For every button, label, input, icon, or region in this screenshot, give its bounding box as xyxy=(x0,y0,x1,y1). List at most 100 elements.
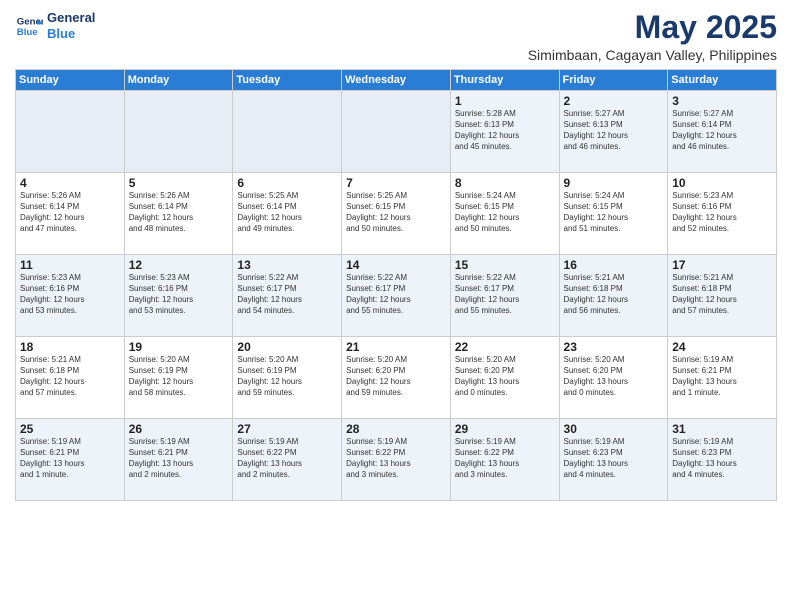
calendar-cell: 16Sunrise: 5:21 AM Sunset: 6:18 PM Dayli… xyxy=(559,255,668,337)
day-number: 6 xyxy=(237,176,337,190)
calendar-cell: 14Sunrise: 5:22 AM Sunset: 6:17 PM Dayli… xyxy=(342,255,451,337)
calendar-cell: 11Sunrise: 5:23 AM Sunset: 6:16 PM Dayli… xyxy=(16,255,125,337)
calendar-cell: 18Sunrise: 5:21 AM Sunset: 6:18 PM Dayli… xyxy=(16,337,125,419)
day-number: 18 xyxy=(20,340,120,354)
day-info: Sunrise: 5:21 AM Sunset: 6:18 PM Dayligh… xyxy=(672,273,772,316)
calendar-cell: 7Sunrise: 5:25 AM Sunset: 6:15 PM Daylig… xyxy=(342,173,451,255)
calendar-header-row: SundayMondayTuesdayWednesdayThursdayFrid… xyxy=(16,70,777,91)
day-info: Sunrise: 5:20 AM Sunset: 6:20 PM Dayligh… xyxy=(346,355,446,398)
day-number: 12 xyxy=(129,258,229,272)
day-number: 30 xyxy=(564,422,664,436)
day-info: Sunrise: 5:19 AM Sunset: 6:21 PM Dayligh… xyxy=(129,437,229,480)
day-info: Sunrise: 5:21 AM Sunset: 6:18 PM Dayligh… xyxy=(20,355,120,398)
day-info: Sunrise: 5:25 AM Sunset: 6:15 PM Dayligh… xyxy=(346,191,446,234)
logo-blue: Blue xyxy=(47,26,95,42)
day-info: Sunrise: 5:24 AM Sunset: 6:15 PM Dayligh… xyxy=(564,191,664,234)
logo: General Blue General Blue xyxy=(15,10,95,41)
calendar-cell xyxy=(342,91,451,173)
calendar-cell: 22Sunrise: 5:20 AM Sunset: 6:20 PM Dayli… xyxy=(450,337,559,419)
day-info: Sunrise: 5:23 AM Sunset: 6:16 PM Dayligh… xyxy=(672,191,772,234)
day-number: 10 xyxy=(672,176,772,190)
calendar-cell: 29Sunrise: 5:19 AM Sunset: 6:22 PM Dayli… xyxy=(450,419,559,501)
day-number: 8 xyxy=(455,176,555,190)
day-info: Sunrise: 5:20 AM Sunset: 6:19 PM Dayligh… xyxy=(237,355,337,398)
day-number: 17 xyxy=(672,258,772,272)
calendar-title: May 2025 xyxy=(528,10,777,45)
day-info: Sunrise: 5:19 AM Sunset: 6:22 PM Dayligh… xyxy=(237,437,337,480)
day-info: Sunrise: 5:19 AM Sunset: 6:23 PM Dayligh… xyxy=(672,437,772,480)
calendar-cell: 20Sunrise: 5:20 AM Sunset: 6:19 PM Dayli… xyxy=(233,337,342,419)
day-number: 19 xyxy=(129,340,229,354)
day-number: 22 xyxy=(455,340,555,354)
day-info: Sunrise: 5:23 AM Sunset: 6:16 PM Dayligh… xyxy=(129,273,229,316)
day-number: 24 xyxy=(672,340,772,354)
day-number: 3 xyxy=(672,94,772,108)
day-number: 13 xyxy=(237,258,337,272)
day-number: 15 xyxy=(455,258,555,272)
day-info: Sunrise: 5:28 AM Sunset: 6:13 PM Dayligh… xyxy=(455,109,555,152)
calendar-cell: 15Sunrise: 5:22 AM Sunset: 6:17 PM Dayli… xyxy=(450,255,559,337)
day-number: 28 xyxy=(346,422,446,436)
weekday-header-thursday: Thursday xyxy=(450,70,559,91)
day-number: 21 xyxy=(346,340,446,354)
calendar-cell: 19Sunrise: 5:20 AM Sunset: 6:19 PM Dayli… xyxy=(124,337,233,419)
day-info: Sunrise: 5:22 AM Sunset: 6:17 PM Dayligh… xyxy=(237,273,337,316)
weekday-header-friday: Friday xyxy=(559,70,668,91)
day-info: Sunrise: 5:19 AM Sunset: 6:22 PM Dayligh… xyxy=(455,437,555,480)
day-number: 4 xyxy=(20,176,120,190)
day-number: 5 xyxy=(129,176,229,190)
weekday-header-wednesday: Wednesday xyxy=(342,70,451,91)
day-info: Sunrise: 5:22 AM Sunset: 6:17 PM Dayligh… xyxy=(455,273,555,316)
calendar-cell: 21Sunrise: 5:20 AM Sunset: 6:20 PM Dayli… xyxy=(342,337,451,419)
calendar-cell: 13Sunrise: 5:22 AM Sunset: 6:17 PM Dayli… xyxy=(233,255,342,337)
calendar-cell: 3Sunrise: 5:27 AM Sunset: 6:14 PM Daylig… xyxy=(668,91,777,173)
weekday-header-monday: Monday xyxy=(124,70,233,91)
calendar-cell: 31Sunrise: 5:19 AM Sunset: 6:23 PM Dayli… xyxy=(668,419,777,501)
calendar-week-row: 4Sunrise: 5:26 AM Sunset: 6:14 PM Daylig… xyxy=(16,173,777,255)
calendar-cell: 6Sunrise: 5:25 AM Sunset: 6:14 PM Daylig… xyxy=(233,173,342,255)
calendar-cell: 2Sunrise: 5:27 AM Sunset: 6:13 PM Daylig… xyxy=(559,91,668,173)
calendar-cell: 4Sunrise: 5:26 AM Sunset: 6:14 PM Daylig… xyxy=(16,173,125,255)
calendar-cell: 8Sunrise: 5:24 AM Sunset: 6:15 PM Daylig… xyxy=(450,173,559,255)
calendar-cell: 28Sunrise: 5:19 AM Sunset: 6:22 PM Dayli… xyxy=(342,419,451,501)
calendar-cell: 25Sunrise: 5:19 AM Sunset: 6:21 PM Dayli… xyxy=(16,419,125,501)
day-info: Sunrise: 5:27 AM Sunset: 6:14 PM Dayligh… xyxy=(672,109,772,152)
calendar-cell: 23Sunrise: 5:20 AM Sunset: 6:20 PM Dayli… xyxy=(559,337,668,419)
calendar-table: SundayMondayTuesdayWednesdayThursdayFrid… xyxy=(15,69,777,501)
day-info: Sunrise: 5:23 AM Sunset: 6:16 PM Dayligh… xyxy=(20,273,120,316)
day-number: 9 xyxy=(564,176,664,190)
calendar-cell: 12Sunrise: 5:23 AM Sunset: 6:16 PM Dayli… xyxy=(124,255,233,337)
calendar-cell xyxy=(16,91,125,173)
weekday-header-saturday: Saturday xyxy=(668,70,777,91)
day-info: Sunrise: 5:24 AM Sunset: 6:15 PM Dayligh… xyxy=(455,191,555,234)
day-info: Sunrise: 5:27 AM Sunset: 6:13 PM Dayligh… xyxy=(564,109,664,152)
calendar-cell: 1Sunrise: 5:28 AM Sunset: 6:13 PM Daylig… xyxy=(450,91,559,173)
calendar-week-row: 18Sunrise: 5:21 AM Sunset: 6:18 PM Dayli… xyxy=(16,337,777,419)
day-number: 2 xyxy=(564,94,664,108)
calendar-cell: 10Sunrise: 5:23 AM Sunset: 6:16 PM Dayli… xyxy=(668,173,777,255)
day-info: Sunrise: 5:22 AM Sunset: 6:17 PM Dayligh… xyxy=(346,273,446,316)
day-info: Sunrise: 5:19 AM Sunset: 6:22 PM Dayligh… xyxy=(346,437,446,480)
calendar-cell: 26Sunrise: 5:19 AM Sunset: 6:21 PM Dayli… xyxy=(124,419,233,501)
header: General Blue General Blue May 2025 Simim… xyxy=(15,10,777,63)
weekday-header-sunday: Sunday xyxy=(16,70,125,91)
day-number: 16 xyxy=(564,258,664,272)
day-number: 31 xyxy=(672,422,772,436)
weekday-header-tuesday: Tuesday xyxy=(233,70,342,91)
day-number: 29 xyxy=(455,422,555,436)
day-info: Sunrise: 5:26 AM Sunset: 6:14 PM Dayligh… xyxy=(20,191,120,234)
day-info: Sunrise: 5:20 AM Sunset: 6:20 PM Dayligh… xyxy=(564,355,664,398)
calendar-week-row: 25Sunrise: 5:19 AM Sunset: 6:21 PM Dayli… xyxy=(16,419,777,501)
title-block: May 2025 Simimbaan, Cagayan Valley, Phil… xyxy=(528,10,777,63)
day-info: Sunrise: 5:19 AM Sunset: 6:21 PM Dayligh… xyxy=(20,437,120,480)
day-info: Sunrise: 5:25 AM Sunset: 6:14 PM Dayligh… xyxy=(237,191,337,234)
day-number: 25 xyxy=(20,422,120,436)
calendar-cell: 9Sunrise: 5:24 AM Sunset: 6:15 PM Daylig… xyxy=(559,173,668,255)
day-number: 23 xyxy=(564,340,664,354)
day-info: Sunrise: 5:20 AM Sunset: 6:20 PM Dayligh… xyxy=(455,355,555,398)
day-number: 1 xyxy=(455,94,555,108)
logo-general: General xyxy=(47,10,95,26)
day-info: Sunrise: 5:19 AM Sunset: 6:21 PM Dayligh… xyxy=(672,355,772,398)
logo-icon: General Blue xyxy=(15,12,43,40)
calendar-cell: 30Sunrise: 5:19 AM Sunset: 6:23 PM Dayli… xyxy=(559,419,668,501)
